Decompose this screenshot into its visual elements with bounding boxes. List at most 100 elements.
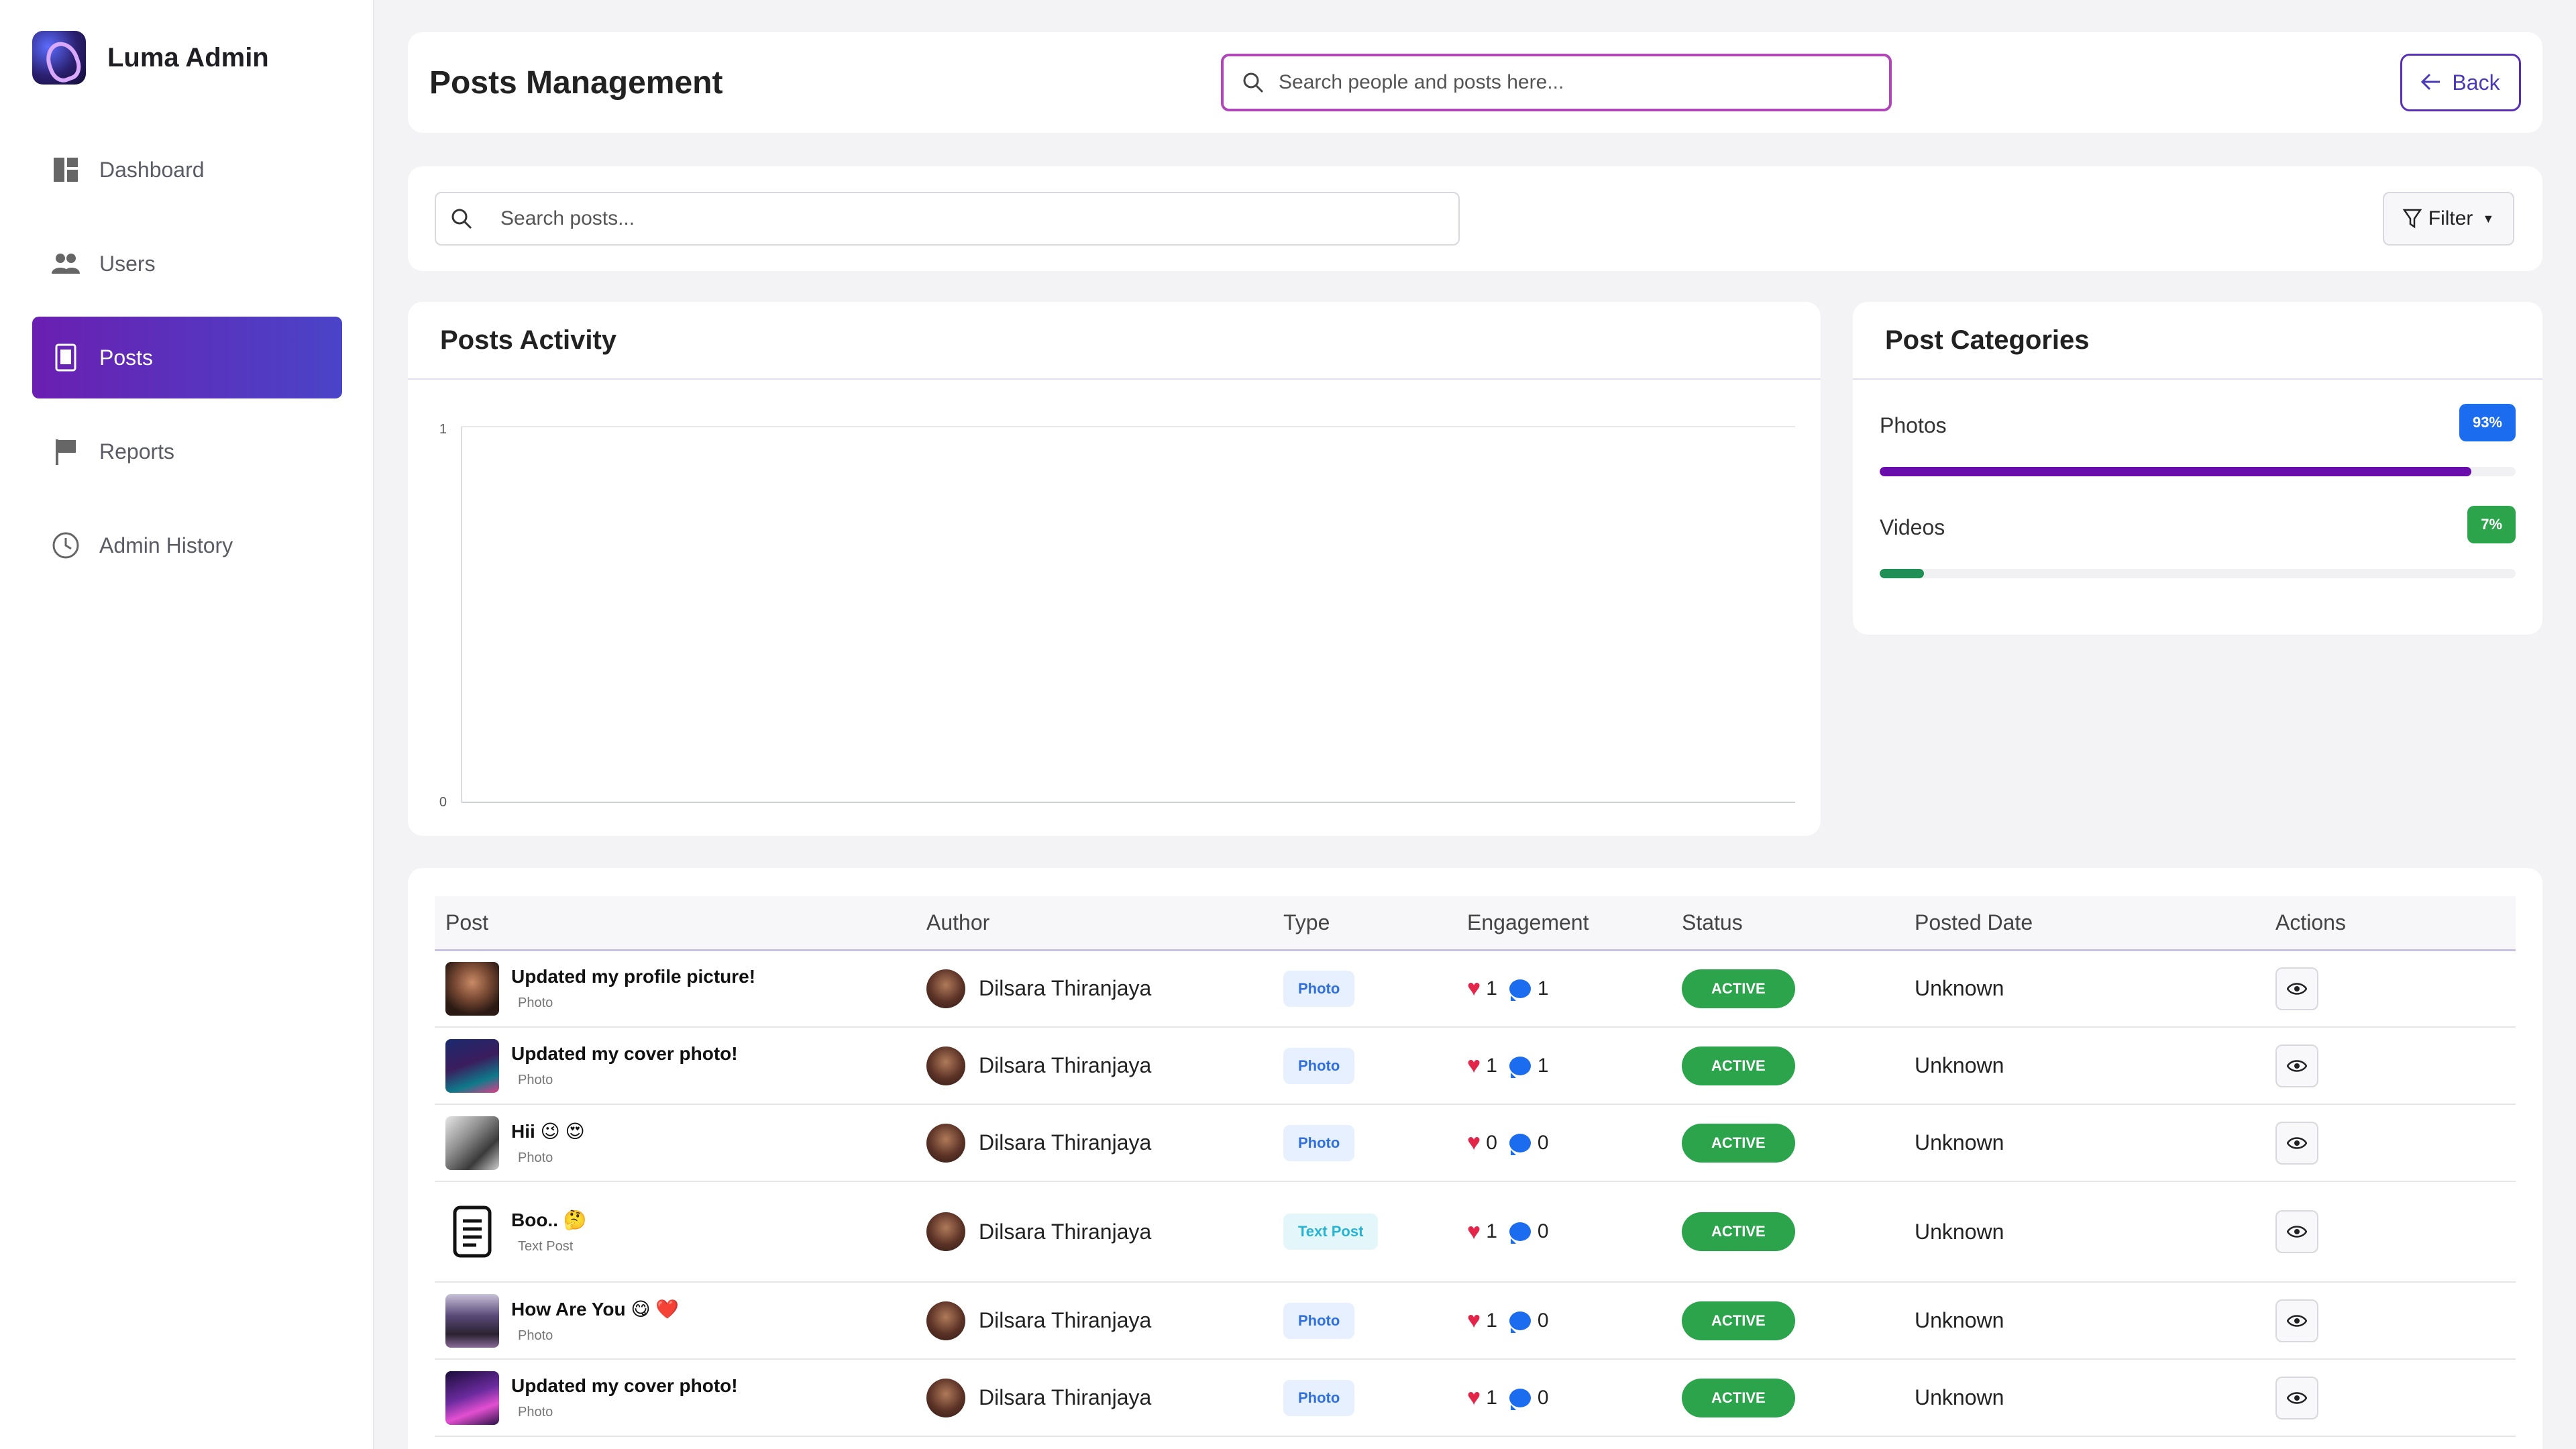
author[interactable]: Dilsara Thiranjaya bbox=[926, 1378, 1273, 1417]
view-post-button[interactable] bbox=[2275, 1210, 2318, 1253]
y-tick-label: 0 bbox=[439, 795, 447, 810]
column-header-post[interactable]: Post bbox=[435, 896, 916, 950]
cell-posted-date: Unknown bbox=[1915, 976, 2004, 1001]
cell-posted-date: Unknown bbox=[1915, 1308, 2004, 1332]
cell-actions bbox=[2265, 1359, 2516, 1436]
y-tick-label: 1 bbox=[439, 422, 447, 437]
view-post-button[interactable] bbox=[2275, 1121, 2318, 1165]
sidebar-item-label: Posts bbox=[99, 345, 154, 370]
view-post-button[interactable] bbox=[2275, 1376, 2318, 1419]
author[interactable]: Dilsara Thiranjaya bbox=[926, 1123, 1273, 1163]
author[interactable]: Dilsara Thiranjaya bbox=[926, 1212, 1273, 1251]
sidebar: Luma Admin Dashboard Users Posts Reports bbox=[0, 0, 374, 1449]
comment-icon bbox=[1509, 1133, 1531, 1155]
post-categories-title: Post Categories bbox=[1853, 302, 2542, 380]
heart-icon: ♥ bbox=[1467, 1307, 1481, 1333]
post-search-box[interactable] bbox=[435, 192, 1460, 246]
category-label: Videos bbox=[1880, 515, 1945, 539]
status-badge: ACTIVE bbox=[1682, 1123, 1795, 1163]
category-progress-track bbox=[1880, 467, 2516, 476]
post-text: Updated my profile picture! Photo bbox=[511, 966, 755, 1011]
cell-post: Updated my cover photo! Photo bbox=[435, 1359, 916, 1436]
cell-post: Updated my cover photo! Photo bbox=[435, 1027, 916, 1104]
view-post-button[interactable] bbox=[2275, 967, 2318, 1010]
table-row[interactable]: Boo.. 🤔 Text Post Dilsara Thiranjaya Tex… bbox=[435, 1181, 2516, 1282]
author[interactable]: Dilsara Thiranjaya bbox=[926, 969, 1273, 1008]
type-badge: Photo bbox=[1283, 1047, 1355, 1084]
heart-icon: ♥ bbox=[1467, 1218, 1481, 1244]
category-videos: Videos 7% bbox=[1880, 506, 2516, 578]
view-post-button[interactable] bbox=[2275, 1044, 2318, 1087]
column-header-engagement[interactable]: Engagement bbox=[1456, 896, 1671, 950]
column-header-actions: Actions bbox=[2275, 910, 2346, 934]
post-subtype: Photo bbox=[518, 1405, 553, 1419]
cell-author: Dilsara Thiranjaya bbox=[916, 1027, 1273, 1104]
table-row[interactable]: Updated my profile picture! Photo Dilsar… bbox=[435, 950, 2516, 1027]
sidebar-item-users[interactable]: Users bbox=[32, 223, 342, 305]
post-cell: Updated my cover photo! Photo bbox=[445, 1371, 916, 1425]
sidebar-item-label: Users bbox=[99, 251, 156, 276]
post-thumbnail[interactable] bbox=[445, 1371, 499, 1425]
cell-actions bbox=[2265, 1104, 2516, 1181]
global-search-input[interactable] bbox=[1279, 71, 1829, 94]
likes-count: 1 bbox=[1486, 1386, 1497, 1409]
post-categories-card: Post Categories Photos 93% Videos 7% bbox=[1853, 302, 2542, 635]
column-header-status[interactable]: Status bbox=[1671, 896, 1904, 950]
caret-down-icon: ▼ bbox=[2482, 211, 2495, 225]
comments-count: 0 bbox=[1537, 1309, 1549, 1332]
post-thumbnail[interactable] bbox=[445, 1293, 499, 1348]
category-progress-track bbox=[1880, 569, 2516, 578]
table-row[interactable]: Updated my cover photo! Photo Dilsara Th… bbox=[435, 1359, 2516, 1436]
avatar bbox=[926, 1123, 965, 1163]
sidebar-item-posts[interactable]: Posts bbox=[32, 317, 342, 398]
author-name: Dilsara Thiranjaya bbox=[979, 1130, 1152, 1155]
column-header-posted-date[interactable]: Posted Date bbox=[1904, 896, 2265, 950]
post-title: Updated my profile picture! bbox=[511, 966, 756, 987]
eye-icon bbox=[2287, 1059, 2307, 1073]
cell-posted-date: Unknown bbox=[1915, 1053, 2004, 1077]
cell-actions bbox=[2265, 1282, 2516, 1359]
cell-engagement: ♥ 1 0 bbox=[1456, 1282, 1671, 1359]
column-header-author[interactable]: Author bbox=[916, 896, 1273, 950]
author-name: Dilsara Thiranjaya bbox=[979, 1308, 1152, 1332]
table-row[interactable]: How Are You 😋 ❤️ Photo Dilsara Thiranjay… bbox=[435, 1282, 2516, 1359]
status-badge: ACTIVE bbox=[1682, 1212, 1795, 1251]
column-header-type[interactable]: Type bbox=[1273, 896, 1456, 950]
sidebar-item-dashboard[interactable]: Dashboard bbox=[32, 129, 342, 211]
comment-icon bbox=[1509, 1388, 1531, 1410]
cell-status: ACTIVE bbox=[1671, 1181, 1904, 1282]
cell-engagement: ♥ 1 0 bbox=[1456, 1359, 1671, 1436]
posts-activity-card: Posts Activity 1 0 bbox=[408, 302, 1821, 836]
flag-icon bbox=[51, 437, 80, 466]
category-progress-fill bbox=[1880, 467, 2471, 476]
comments-count: 1 bbox=[1537, 1054, 1549, 1077]
sidebar-item-reports[interactable]: Reports bbox=[32, 411, 342, 492]
post-thumbnail[interactable] bbox=[445, 961, 499, 1016]
comment-icon bbox=[1509, 1056, 1531, 1078]
avatar bbox=[926, 1212, 965, 1251]
eye-icon bbox=[2287, 982, 2307, 996]
comment-icon bbox=[1509, 979, 1531, 1001]
author[interactable]: Dilsara Thiranjaya bbox=[926, 1301, 1273, 1340]
table-row[interactable]: Updated my cover photo! Photo Dilsara Th… bbox=[435, 1027, 2516, 1104]
table-row[interactable]: Hii 😉 😍 Photo Dilsara Thiranjaya Photo ♥… bbox=[435, 1104, 2516, 1181]
filter-dropdown-button[interactable]: Filter ▼ bbox=[2383, 192, 2514, 246]
post-subtype: Photo bbox=[518, 1150, 553, 1165]
view-post-button[interactable] bbox=[2275, 1299, 2318, 1342]
posts-activity-title: Posts Activity bbox=[408, 302, 1821, 380]
cell-posted-date: Unknown bbox=[1915, 1130, 2004, 1155]
cell-actions bbox=[2265, 950, 2516, 1027]
post-search-input[interactable] bbox=[500, 207, 1357, 230]
brand[interactable]: Luma Admin bbox=[32, 31, 269, 85]
cell-post: Boo.. 🤔 Text Post bbox=[435, 1181, 916, 1282]
post-text: Updated my cover photo! Photo bbox=[511, 1043, 738, 1088]
post-thumbnail[interactable] bbox=[445, 1116, 499, 1170]
cell-type: Photo bbox=[1273, 1359, 1456, 1436]
sidebar-item-admin-history[interactable]: Admin History bbox=[32, 504, 342, 586]
global-search-box[interactable] bbox=[1221, 54, 1892, 111]
back-button[interactable]: Back bbox=[2400, 54, 2521, 111]
post-thumbnail[interactable] bbox=[445, 1038, 499, 1093]
post-thumbnail[interactable] bbox=[445, 1205, 499, 1258]
author[interactable]: Dilsara Thiranjaya bbox=[926, 1046, 1273, 1085]
sidebar-item-label: Dashboard bbox=[99, 157, 205, 182]
